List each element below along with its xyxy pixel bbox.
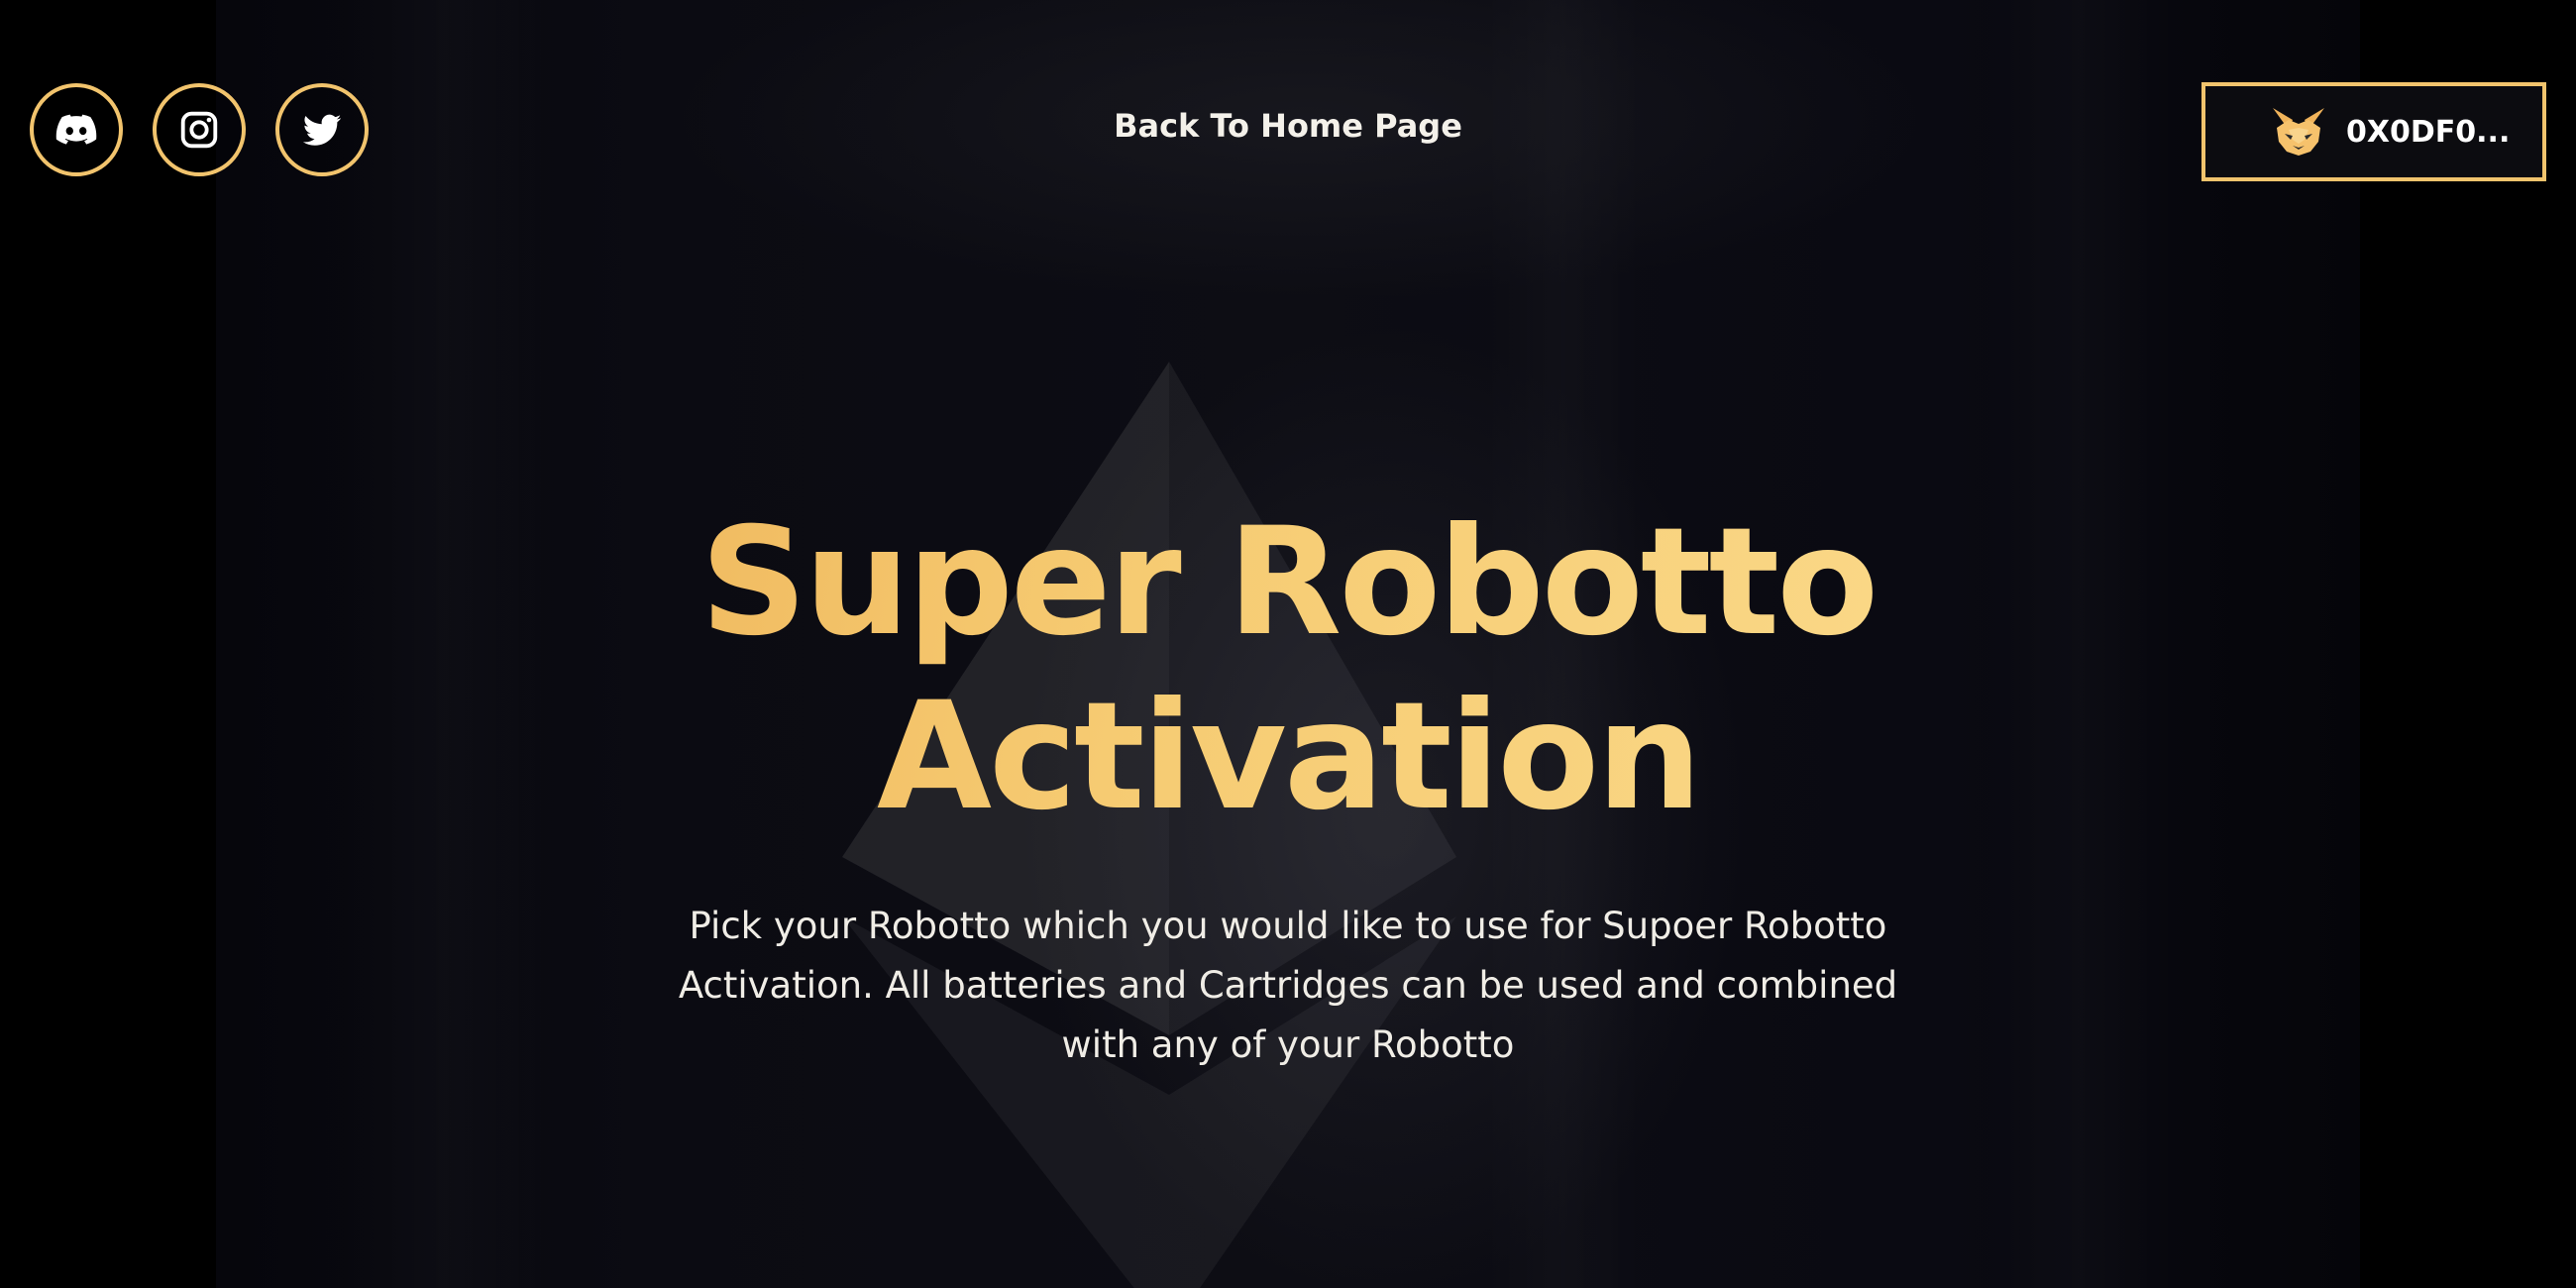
discord-icon	[55, 114, 97, 145]
hero-description: Pick your Robotto which you would like t…	[678, 905, 1898, 1066]
instagram-button[interactable]	[153, 83, 246, 176]
back-to-home-link[interactable]: Back To Home Page	[991, 107, 1585, 145]
wallet-address: 0X0DF0...	[2346, 114, 2511, 150]
discord-button[interactable]	[30, 83, 123, 176]
title-line-2: Activation	[876, 671, 1700, 843]
twitter-icon	[302, 114, 342, 146]
instagram-icon	[180, 111, 218, 149]
metamask-fox-icon	[2273, 108, 2324, 156]
wallet-button[interactable]: 0X0DF0...	[2201, 82, 2546, 181]
twitter-button[interactable]	[275, 83, 369, 176]
page-title: Super Robotto Activation	[495, 495, 2081, 844]
title-line-1: Super Robotto	[699, 496, 1877, 669]
page: Back To Home Page 0X0DF0... Super Robott…	[0, 0, 2576, 1288]
